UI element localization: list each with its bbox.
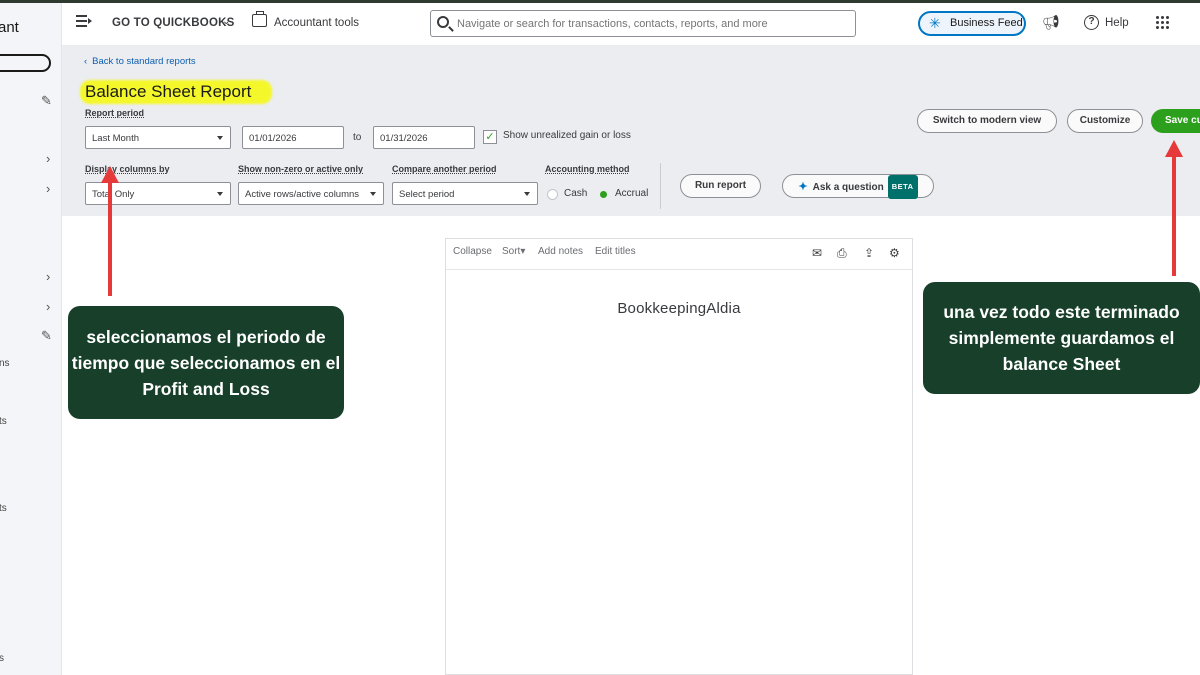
display-columns-label: Display columns by — [85, 164, 170, 174]
annotation-arrow-left — [108, 180, 112, 296]
compare-period-select[interactable]: Select period — [392, 182, 538, 205]
megaphone-icon[interactable]: 📢︎ — [1042, 14, 1060, 31]
divider — [660, 163, 661, 209]
left-sidebar: ant ✎ › › › › ✎ ns ts ts s — [0, 3, 62, 675]
sort-label: Sort — [502, 246, 521, 257]
caret-down-icon — [217, 192, 223, 196]
chevron-right-icon[interactable]: › — [46, 181, 50, 196]
beta-badge: BETA — [887, 175, 918, 199]
caret-down-icon — [370, 192, 376, 196]
unrealized-checkbox[interactable]: ✓ — [483, 130, 497, 144]
edit-titles-link[interactable]: Edit titles — [595, 246, 636, 257]
email-icon[interactable]: ✉ — [812, 246, 822, 260]
accountant-tools-menu[interactable]: Accountant tools — [274, 17, 359, 29]
caret-down-icon: ▾ — [520, 246, 526, 257]
run-report-button[interactable]: Run report — [680, 174, 761, 198]
report-period-select[interactable]: Last Month — [85, 126, 231, 149]
sidebar-search-pill[interactable] — [0, 54, 51, 72]
gear-icon[interactable]: ⚙ — [889, 246, 900, 260]
add-notes-link[interactable]: Add notes — [538, 246, 583, 257]
sort-link[interactable]: Sort▾ — [502, 246, 525, 257]
report-period-label: Report period — [85, 108, 145, 118]
pencil-icon[interactable]: ✎ — [41, 328, 52, 344]
sparkle-icon: ✳ — [929, 15, 941, 31]
annotation-callout-left: seleccionamos el periodo de tiempo que s… — [68, 306, 344, 419]
accrual-radio-label: Accrual — [615, 188, 649, 199]
report-toolbar: Collapse Sort▾ Add notes Edit titles ✉ ⎙… — [446, 239, 912, 270]
search-input[interactable] — [457, 16, 847, 32]
pencil-icon[interactable]: ✎ — [41, 93, 52, 109]
date-to-input[interactable]: 01/31/2026 — [373, 126, 475, 149]
accrual-radio[interactable] — [600, 191, 607, 198]
chevron-right-icon[interactable]: › — [46, 299, 50, 314]
report-period-value: Last Month — [92, 133, 139, 144]
caret-down-icon — [217, 136, 223, 140]
date-to-separator: to — [353, 132, 362, 143]
display-columns-select[interactable]: Total Only — [85, 182, 231, 205]
sidebar-item-fragment[interactable]: ts — [0, 416, 7, 427]
cash-radio-label: Cash — [564, 188, 588, 199]
unrealized-label: Show unrealized gain or loss — [503, 130, 631, 141]
help-link[interactable]: Help — [1105, 17, 1129, 29]
business-feed-button[interactable]: ✳ Business Feed — [918, 11, 1026, 36]
collapse-menu-icon[interactable] — [76, 15, 92, 29]
date-from-input[interactable]: 01/01/2026 — [242, 126, 344, 149]
nonzero-value: Active rows/active columns — [245, 189, 360, 200]
back-link-label: Back to standard reports — [92, 56, 196, 67]
ask-question-label: Ask a question — [812, 182, 884, 193]
search-icon — [437, 16, 449, 28]
annotation-callout-right: una vez todo este terminado simplemente … — [923, 282, 1200, 394]
sidebar-item-fragment[interactable]: ts — [0, 503, 7, 514]
chevron-down-icon[interactable]: ⌄ — [222, 16, 230, 27]
export-icon[interactable]: ⇪ — [864, 246, 874, 260]
page-title: Balance Sheet Report — [85, 82, 252, 101]
nonzero-select[interactable]: Active rows/active columns — [238, 182, 384, 205]
compare-period-label: Compare another period — [392, 164, 497, 174]
report-options-panel: ‹ Back to standard reports Balance Sheet … — [62, 45, 1200, 216]
sidebar-item-fragment[interactable]: s — [0, 653, 4, 664]
annotation-arrow-right — [1172, 154, 1176, 276]
annotation-arrow-left-head — [101, 166, 119, 183]
report-canvas: Collapse Sort▾ Add notes Edit titles ✉ ⎙… — [445, 238, 913, 675]
apps-grid-icon[interactable] — [1156, 16, 1170, 30]
chevron-left-icon: ‹ — [84, 56, 88, 67]
briefcase-icon[interactable] — [252, 11, 267, 27]
caret-down-icon — [524, 192, 530, 196]
collapse-link[interactable]: Collapse — [453, 246, 492, 257]
go-to-quickbooks-menu[interactable]: GO TO QUICKBOOKS — [112, 17, 234, 29]
ask-question-button[interactable]: ✦ Ask a question BETA — [782, 174, 934, 199]
nonzero-label: Show non-zero or active only — [238, 164, 364, 174]
save-customization-button[interactable]: Save cu — [1151, 109, 1200, 133]
accounting-method-label: Accounting method — [545, 164, 630, 174]
display-columns-value: Total Only — [92, 189, 135, 200]
global-search[interactable] — [430, 10, 856, 37]
sidebar-brand: ant — [0, 19, 19, 36]
back-to-reports-link[interactable]: ‹ Back to standard reports — [84, 56, 196, 67]
sparkle-icon: ✦ — [798, 181, 808, 193]
customize-button[interactable]: Customize — [1067, 109, 1143, 133]
annotation-arrow-right-head — [1165, 140, 1183, 157]
chevron-right-icon[interactable]: › — [46, 269, 50, 284]
top-navigation: GO TO QUICKBOOKS ⌄ Accountant tools ✳ Bu… — [62, 3, 1200, 45]
company-name: BookkeepingAldia — [617, 300, 741, 317]
switch-modern-view-button[interactable]: Switch to modern view — [917, 109, 1057, 133]
business-feed-label: Business Feed — [950, 17, 1023, 29]
sidebar-item-fragment[interactable]: ns — [0, 358, 10, 369]
print-icon[interactable]: ⎙ — [837, 246, 847, 261]
chevron-right-icon[interactable]: › — [46, 151, 50, 166]
help-icon[interactable]: ? — [1084, 15, 1099, 30]
compare-period-value: Select period — [399, 189, 455, 200]
cash-radio[interactable] — [547, 189, 558, 200]
